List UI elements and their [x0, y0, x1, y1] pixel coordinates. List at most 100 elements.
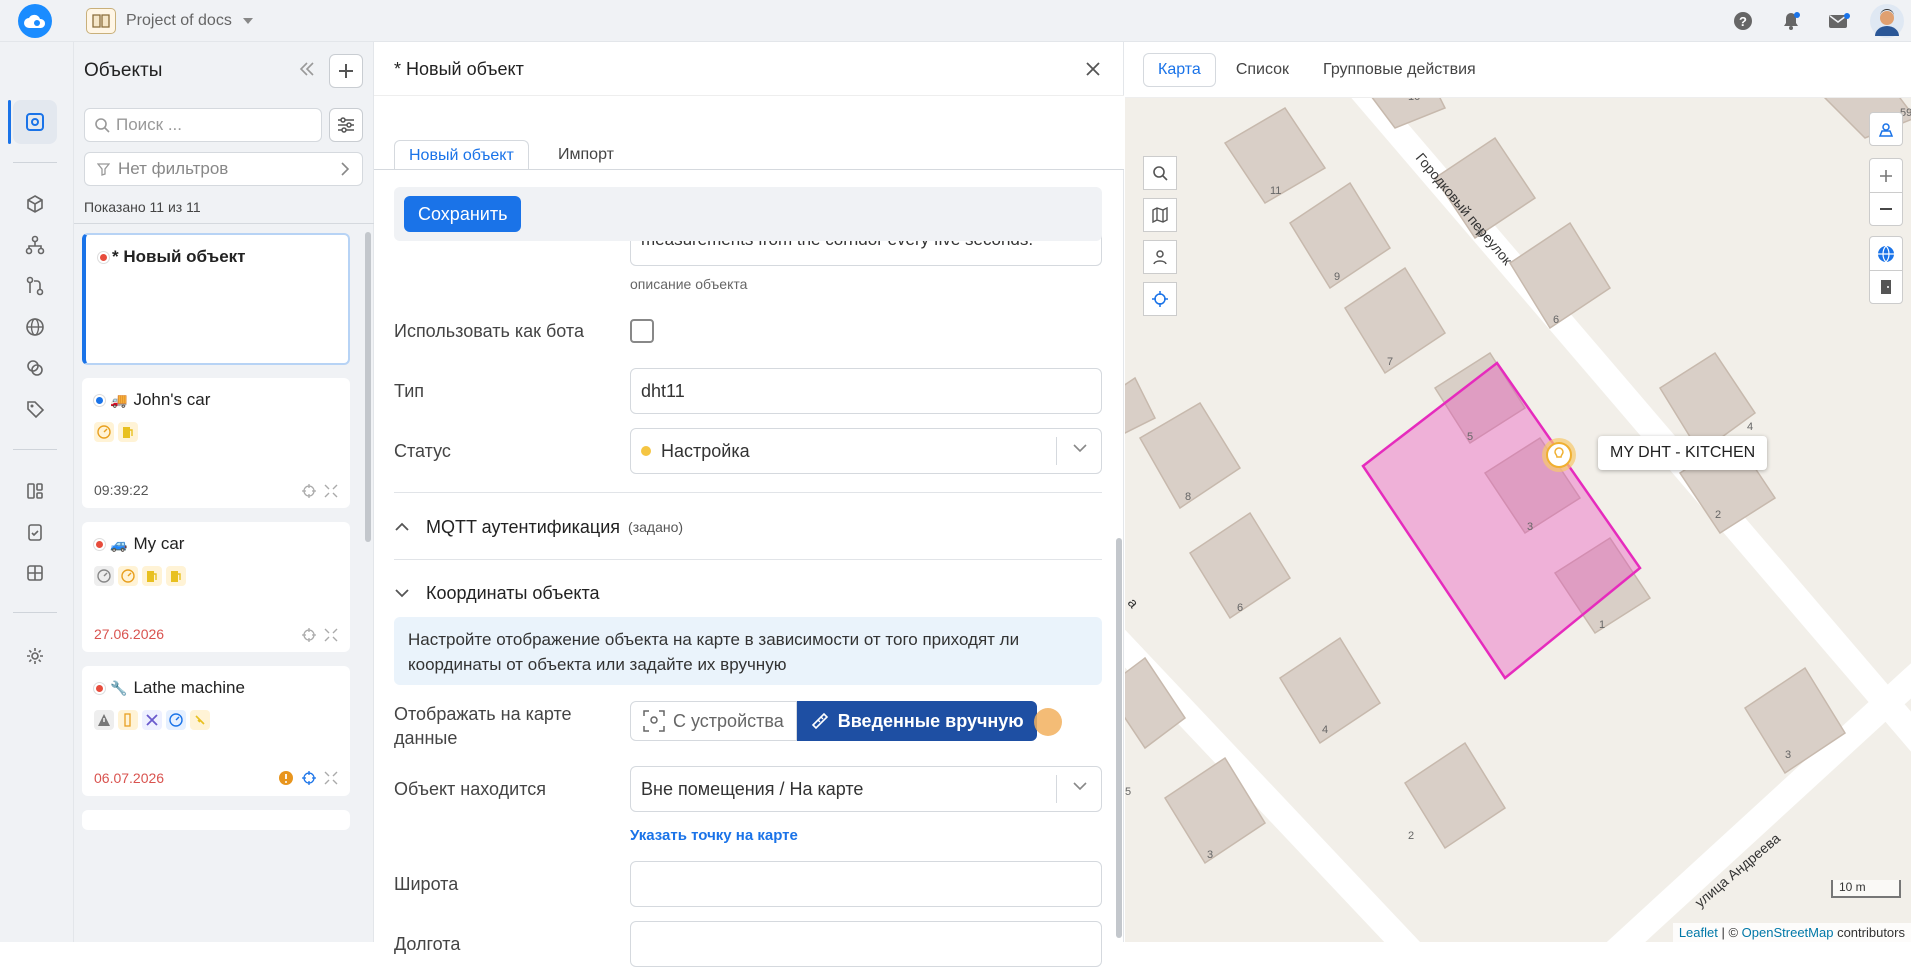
map-canvas[interactable]: 11 8 9 6 7 5 3 2 8 6 1 4 5 2 3 3 59 10 4…	[1125, 98, 1911, 942]
crosshair-icon[interactable]	[302, 628, 316, 642]
crosshair-icon[interactable]	[302, 484, 316, 498]
object-card[interactable]	[82, 810, 350, 830]
divider	[374, 169, 1124, 170]
map-layers-icon[interactable]	[1143, 198, 1177, 232]
divider	[394, 559, 1102, 560]
last-update: 27.06.2026	[94, 626, 165, 642]
settings-icon[interactable]	[13, 634, 57, 678]
collapse-icon[interactable]	[324, 628, 338, 642]
section-title: MQTT аутентификация	[426, 516, 621, 537]
search-icon[interactable]	[1143, 156, 1177, 190]
search-field[interactable]	[84, 108, 322, 142]
app-logo[interactable]	[18, 4, 52, 38]
zoom-in-button[interactable]	[1869, 158, 1903, 192]
add-object-button[interactable]	[329, 54, 363, 88]
description-hint: описание объекта	[630, 276, 748, 292]
clipboard-icon[interactable]	[13, 510, 57, 554]
object-name: My car	[133, 534, 185, 553]
grid-icon[interactable]	[13, 551, 57, 595]
type-label: Тип	[394, 381, 425, 401]
house-number: 10	[1408, 98, 1420, 103]
user-location-icon[interactable]	[1869, 112, 1903, 146]
layers-icon[interactable]	[13, 346, 57, 390]
dashboard-icon[interactable]	[13, 469, 57, 513]
object-map-label[interactable]: MY DHT - KITCHEN	[1598, 436, 1768, 470]
tab-group-actions[interactable]: Групповые действия	[1309, 53, 1490, 87]
status-dot	[94, 539, 105, 550]
svg-text:?: ?	[1739, 14, 1747, 29]
tab-list[interactable]: Список	[1222, 53, 1303, 87]
tabs-strip: Новый объект Импорт	[374, 96, 1124, 170]
door-icon[interactable]	[1869, 270, 1903, 304]
help-icon[interactable]: ?	[1719, 0, 1767, 42]
messages-icon[interactable]	[1815, 0, 1863, 42]
project-name: Project of docs	[126, 12, 232, 29]
collapse-panel-icon[interactable]	[292, 54, 322, 84]
person-pin-icon[interactable]	[1143, 240, 1177, 274]
notifications-icon[interactable]	[1767, 0, 1815, 42]
object-card[interactable]: 🔧 Lathe machine 06.07.2026	[82, 666, 350, 796]
chevron-right-icon	[341, 162, 350, 176]
search-input[interactable]	[116, 115, 296, 135]
mqtt-section-header[interactable]: MQTT аутентификация (задано)	[394, 512, 683, 542]
attribution-separator: | ©	[1717, 925, 1742, 940]
plug-icon	[190, 710, 210, 730]
location-select[interactable]: Вне помещения / На карте	[630, 766, 1102, 812]
use-as-bot-label: Использовать как бота	[394, 321, 584, 341]
globe-icon[interactable]	[13, 305, 57, 349]
list-scrollbar[interactable]	[365, 232, 371, 542]
globe-icon[interactable]	[1869, 236, 1903, 270]
attribution-suffix: contributors	[1833, 925, 1905, 940]
filters-selector[interactable]: Нет фильтров	[84, 152, 363, 186]
project-selector[interactable]: Project of docs	[86, 8, 254, 34]
crosshair-icon[interactable]	[1143, 282, 1177, 316]
editor-scrollbar[interactable]	[1116, 538, 1122, 938]
longitude-input[interactable]	[630, 921, 1102, 967]
last-update: 09:39:22	[94, 482, 149, 498]
fuel-icon	[118, 422, 138, 442]
save-button[interactable]: Сохранить	[404, 196, 522, 232]
crosshair-icon[interactable]	[302, 771, 316, 785]
house-number: 4	[1747, 421, 1753, 433]
tab-label: Групповые действия	[1323, 60, 1476, 78]
coords-section-header[interactable]: Координаты объекта	[394, 578, 600, 608]
osm-link[interactable]: OpenStreetMap	[1742, 925, 1834, 940]
from-device-option[interactable]: С устройства	[630, 701, 797, 741]
tag-icon[interactable]	[13, 387, 57, 431]
use-as-bot-checkbox[interactable]	[630, 319, 654, 343]
object-card[interactable]: * Новый объект	[82, 233, 350, 365]
status-dot	[94, 395, 105, 406]
user-avatar[interactable]	[1863, 0, 1911, 42]
objects-nav-icon[interactable]	[13, 100, 57, 144]
object-card[interactable]: 🚚 John's car 09:39:22	[82, 378, 350, 508]
tab-import[interactable]: Импорт	[544, 140, 628, 170]
rail-divider	[13, 449, 57, 450]
latitude-input[interactable]	[630, 861, 1102, 907]
hierarchy-icon[interactable]	[13, 223, 57, 267]
close-icon[interactable]	[1080, 56, 1106, 82]
leaflet-link[interactable]: Leaflet	[1679, 925, 1718, 940]
status-select[interactable]: Настройка	[630, 428, 1102, 474]
tab-map[interactable]: Карта	[1143, 52, 1216, 87]
manual-option[interactable]: Введенные вручную	[796, 701, 1037, 741]
tab-new-object[interactable]: Новый объект	[394, 140, 529, 170]
object-editor: * Новый объект Новый объект Новый объект…	[374, 42, 1124, 967]
fuel-icon	[142, 566, 162, 586]
zoom-out-button[interactable]	[1869, 192, 1903, 226]
tab-label: Импорт	[558, 146, 614, 163]
collapse-icon[interactable]	[324, 484, 338, 498]
object-name: Lathe machine	[133, 678, 245, 697]
type-field[interactable]: dht11	[630, 368, 1102, 414]
filter-settings-button[interactable]	[329, 108, 363, 142]
chevron-up-icon	[395, 522, 409, 531]
search-icon	[95, 117, 110, 133]
cube-icon[interactable]	[13, 182, 57, 226]
house-number: 2	[1408, 830, 1414, 842]
chevron-down-icon	[395, 589, 409, 598]
show-on-map-label: Отображать на карте данные	[394, 704, 572, 748]
pick-point-link[interactable]: Указать точку на карте	[630, 827, 798, 844]
collapse-icon[interactable]	[324, 771, 338, 785]
object-card[interactable]: 🚙 My car 27.06.2026	[82, 522, 350, 652]
house-number: 7	[1387, 356, 1393, 368]
workflow-icon[interactable]	[13, 264, 57, 308]
